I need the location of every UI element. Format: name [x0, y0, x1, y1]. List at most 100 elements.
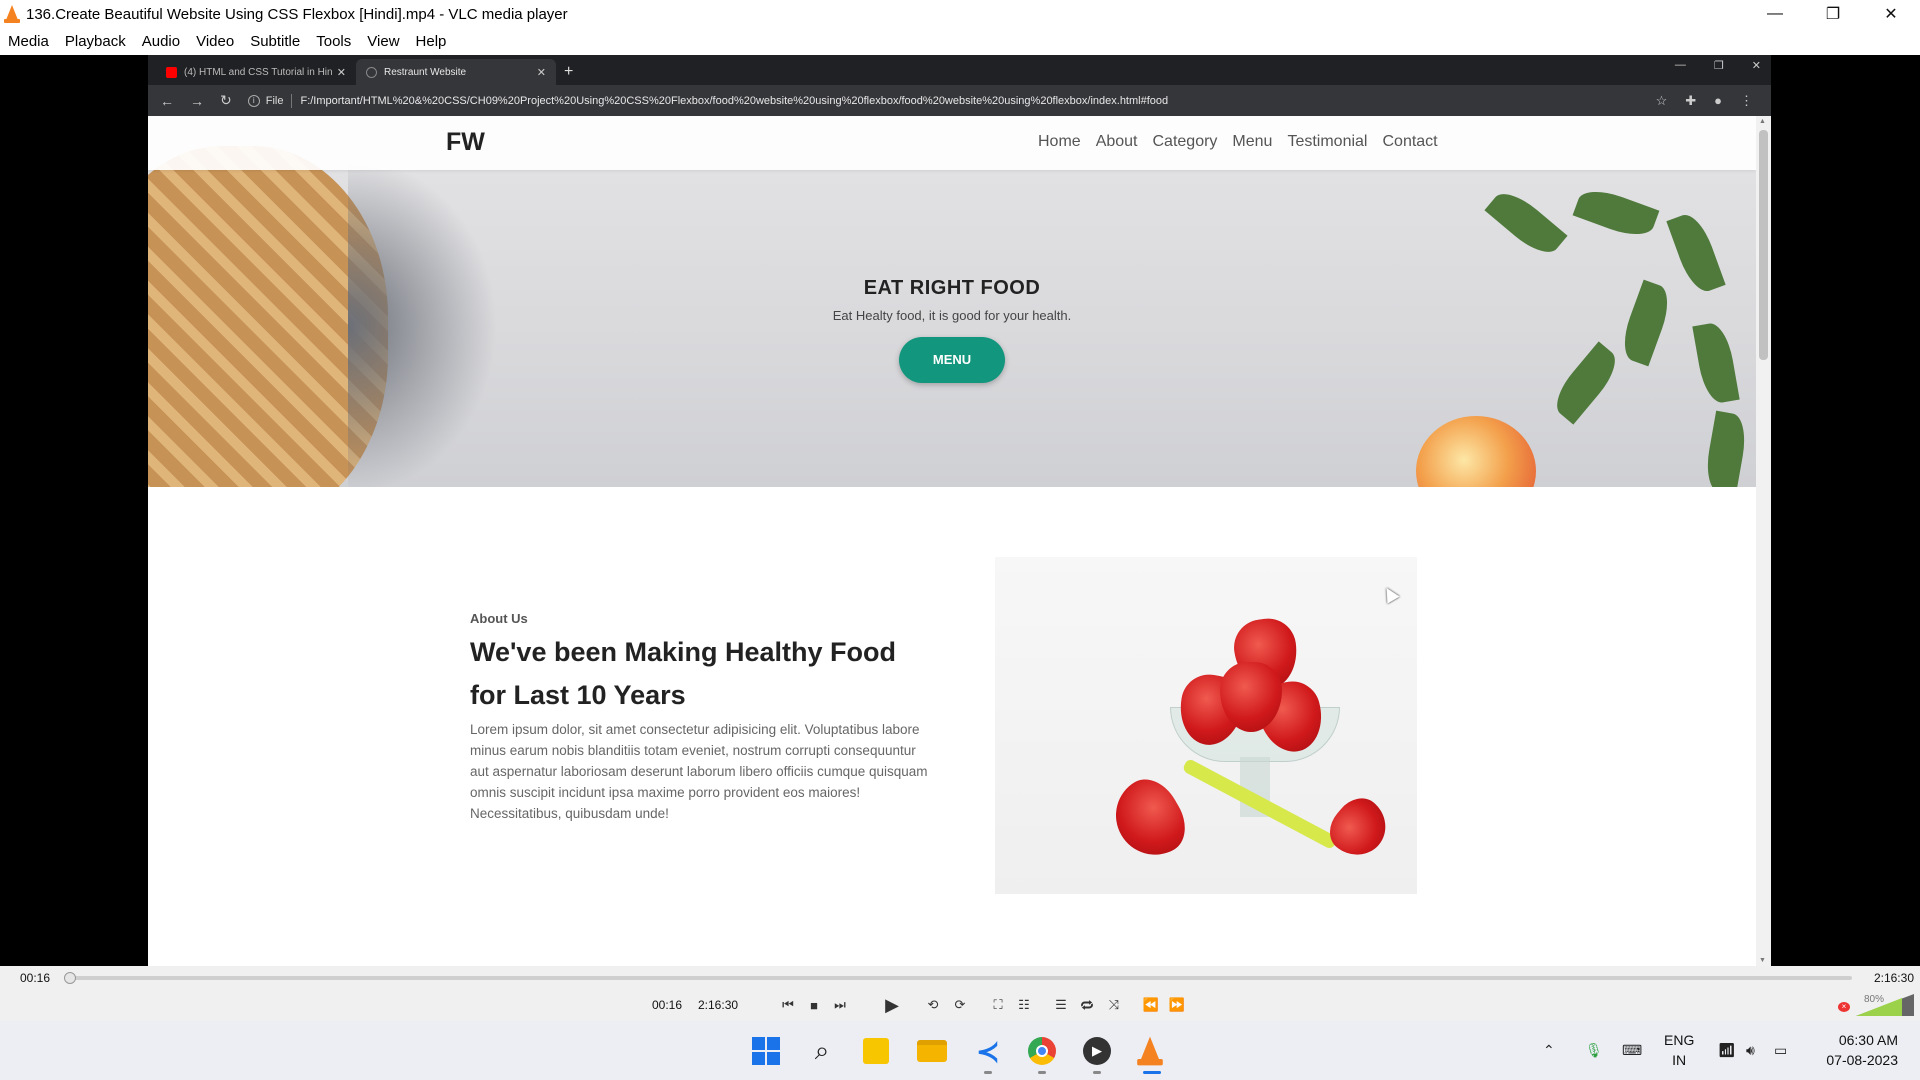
media-player-button[interactable]: ▶: [1081, 1035, 1113, 1067]
show-hidden-icons[interactable]: ⌃: [1543, 1021, 1555, 1080]
volume-control[interactable]: × 80%: [1838, 994, 1914, 1016]
vscode-button[interactable]: ≺: [972, 1035, 1004, 1067]
chevron-up-icon: ⌃: [1543, 1042, 1555, 1058]
windows-icon: [752, 1037, 780, 1065]
start-button[interactable]: [750, 1035, 782, 1067]
hero-heading: EAT RIGHT FOOD: [863, 277, 1041, 299]
youtube-icon: [166, 66, 177, 78]
loop-ab-icon: ⟲: [927, 997, 939, 1012]
extended-settings-button[interactable]: ☷: [1013, 994, 1035, 1016]
folder-icon: [917, 1040, 947, 1062]
menu-audio[interactable]: Audio: [142, 33, 180, 50]
window-title: 136.Create Beautiful Website Using CSS F…: [26, 5, 568, 23]
info-icon: i: [247, 94, 260, 107]
language-indicator[interactable]: ENG IN: [1664, 1030, 1694, 1070]
restore-button[interactable]: ❐: [1804, 0, 1862, 28]
close-button[interactable]: ✕: [1862, 0, 1920, 28]
about-label: About Us: [470, 611, 528, 626]
vlc-controls: 00:16 2:16:30 00:16 2:16:30 ⏮ ■ ⏭ ▶ ⟲ ⟳ …: [0, 966, 1920, 1021]
windows-taskbar: ⌕ ≺ ▶ ⌃ 🎙︎ ⌨ ENG IN 📶︎ 🔊︎ ▭ 06:30 AM 07-…: [0, 1021, 1920, 1080]
nav-link-testimonial: Testimonial: [1287, 133, 1368, 150]
battery-icon: ▭: [1774, 1042, 1788, 1058]
playlist-icon: ☰: [1055, 997, 1067, 1012]
divider: [291, 93, 293, 108]
menu-subtitle[interactable]: Subtitle: [250, 33, 300, 50]
next-button[interactable]: ⏭: [829, 994, 851, 1016]
clock[interactable]: 06:30 AM 07-08-2023: [1826, 1030, 1898, 1070]
volume-status[interactable]: 🔊︎: [1746, 1021, 1755, 1080]
loop-button[interactable]: 🔁︎: [1076, 994, 1098, 1016]
frame-step-button[interactable]: ⟳: [949, 994, 971, 1016]
touch-keyboard[interactable]: ⌨: [1622, 1021, 1642, 1080]
minimize-icon: —: [1674, 59, 1686, 71]
play-button[interactable]: ▶: [881, 994, 903, 1016]
running-indicator: [984, 1071, 992, 1074]
microphone-icon: 🎙︎: [1585, 1042, 1603, 1058]
control-buttons: 00:16 2:16:30 ⏮ ■ ⏭ ▶ ⟲ ⟳ ⛶ ☷ ☰ 🔁︎ ⤨ ⏪ ⏩…: [0, 988, 1920, 1021]
menu-video[interactable]: Video: [196, 33, 234, 50]
sticky-notes-icon: [863, 1038, 889, 1064]
vlc-icon: [1137, 1036, 1163, 1066]
battery-status[interactable]: ▭: [1774, 1021, 1787, 1080]
previous-icon: ⏮: [782, 997, 794, 1012]
close-icon: ✕: [336, 66, 346, 79]
loop-a-b-button[interactable]: ⟲: [922, 994, 944, 1016]
chrome-icon: [1028, 1037, 1056, 1065]
chrome-button[interactable]: [1026, 1035, 1058, 1067]
video-area[interactable]: (4) HTML and CSS Tutorial in Hin ✕ Restr…: [0, 55, 1920, 966]
seek-bar[interactable]: [63, 972, 1852, 984]
nav-link-contact: Contact: [1382, 133, 1438, 150]
stop-button[interactable]: ■: [803, 994, 825, 1016]
menu-tools[interactable]: Tools: [316, 33, 351, 50]
volume-percent: 80%: [1864, 994, 1885, 1005]
active-app-indicator: [1143, 1071, 1161, 1074]
globe-icon: [366, 66, 377, 78]
network-status[interactable]: 📶︎: [1718, 1021, 1736, 1080]
about-section: About Us We've been Making Healthy Food …: [148, 487, 1756, 966]
menu-help[interactable]: Help: [416, 33, 447, 50]
sticky-notes-button[interactable]: [860, 1035, 892, 1067]
kebab-menu-icon: ⋮: [1740, 92, 1753, 108]
mute-icon[interactable]: ×: [1838, 1002, 1850, 1012]
speaker-icon: 🔊︎: [1746, 1042, 1755, 1058]
scroll-up-icon: ▲: [1759, 118, 1766, 125]
total-time: 2:16:30: [1873, 971, 1914, 985]
browser-tab-label: (4) HTML and CSS Tutorial in Hin: [184, 66, 333, 78]
close-icon: ✕: [1751, 60, 1761, 72]
nav-link-category: Category: [1152, 133, 1218, 150]
back-arrow-icon: ←: [160, 92, 174, 109]
about-title: We've been Making Healthy Food for Last …: [470, 637, 897, 710]
fullscreen-button[interactable]: ⛶: [987, 994, 1009, 1016]
search-icon: ⌕: [814, 1035, 830, 1065]
site-nav-links: Home About Category Menu Testimonial Con…: [1038, 133, 1453, 151]
slower-button[interactable]: ⏪: [1140, 994, 1162, 1016]
url-text: F:/Important/HTML%20&%20CSS/CH09%20Proje…: [300, 94, 1169, 107]
nav-link-home: Home: [1038, 133, 1081, 150]
playlist-button[interactable]: ☰: [1050, 994, 1072, 1016]
nav-link-about: About: [1095, 133, 1138, 150]
window-controls: — ❐ ✕: [1746, 0, 1920, 28]
menu-view[interactable]: View: [367, 33, 399, 50]
file-explorer-button[interactable]: [916, 1035, 948, 1067]
shuffle-icon: ⤨: [1108, 997, 1120, 1012]
scrollbar-thumb: [1759, 130, 1768, 360]
clock-date: 07-08-2023: [1826, 1052, 1898, 1068]
menu-media[interactable]: Media: [8, 33, 49, 50]
search-button[interactable]: ⌕: [806, 1035, 838, 1067]
region-code: IN: [1672, 1052, 1687, 1068]
star-icon: ☆: [1655, 92, 1668, 108]
previous-button[interactable]: ⏮: [777, 994, 799, 1016]
seek-handle[interactable]: [63, 972, 76, 984]
extensions-icon: ✚: [1685, 92, 1697, 108]
faster-button[interactable]: ⏩: [1166, 994, 1188, 1016]
microphone-indicator[interactable]: 🎙︎: [1585, 1021, 1603, 1080]
running-indicator: [1093, 1071, 1101, 1074]
menu-playback[interactable]: Playback: [65, 33, 126, 50]
site-logo: FW: [446, 128, 485, 156]
vlc-taskbar-button[interactable]: [1135, 1035, 1167, 1067]
play-icon: ▶: [885, 994, 899, 1015]
minimize-button[interactable]: —: [1746, 0, 1804, 28]
next-icon: ⏭: [834, 997, 846, 1012]
shuffle-button[interactable]: ⤨: [1103, 994, 1125, 1016]
browser-tab-label: Restraunt Website: [384, 66, 467, 78]
